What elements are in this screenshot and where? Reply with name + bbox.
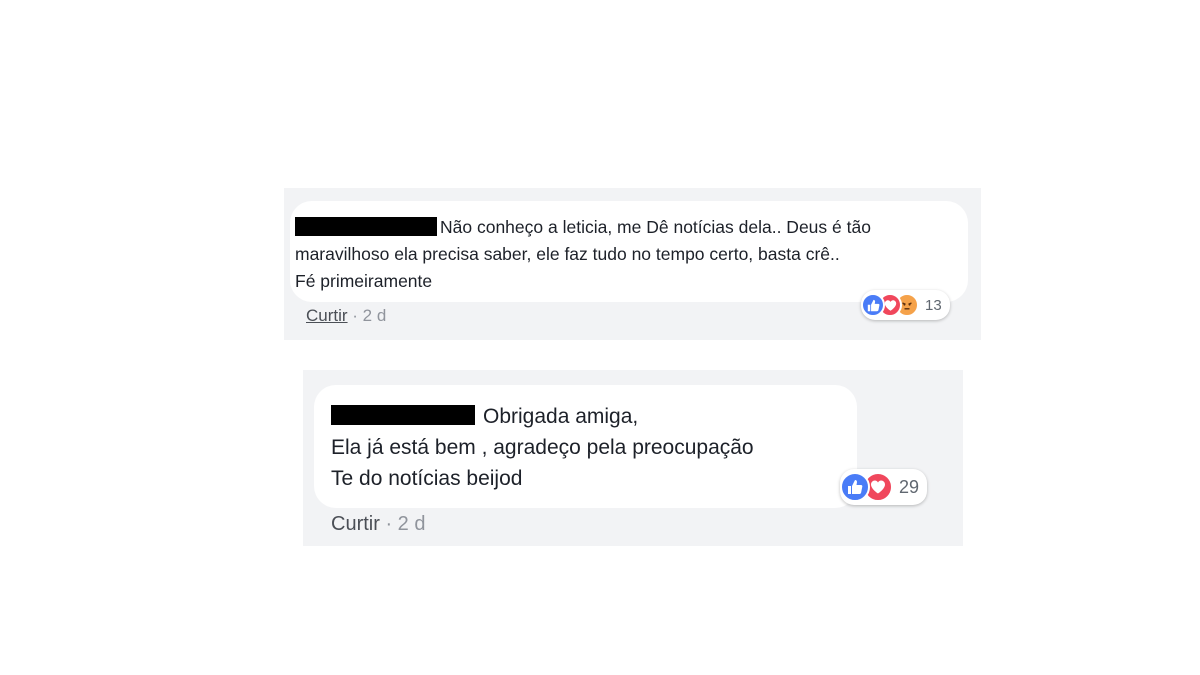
like-button[interactable]: Curtir [306,306,348,325]
like-icon [861,293,885,317]
comment-timestamp[interactable]: 2 d [363,306,387,325]
like-button[interactable]: Curtir [331,513,380,535]
reaction-summary[interactable]: 13 [861,290,950,320]
comment-line: Não conheço a leticia, me Dê notícias de… [295,214,968,241]
reaction-summary[interactable]: 29 [840,469,928,505]
comment-bubble: Não conheço a leticia, me Dê notícias de… [290,201,968,302]
reaction-count: 13 [925,296,942,314]
comment-line: Obrigada amiga, [331,401,857,432]
separator: · [379,513,398,535]
comment-text-line: Ela já está bem , agradeço pela preocupa… [331,436,754,459]
comment-bubble: Obrigada amiga, Ela já está bem , agrade… [314,385,857,508]
redacted-author-name [295,216,437,236]
reaction-count: 29 [899,476,920,497]
comment-text-line: maravilhoso ela precisa saber, ele faz t… [295,244,840,264]
comment-text-line: Te do notícias beijod [331,467,523,490]
comment-actions: Curtir · 2 d [331,513,425,536]
comment-text-line: Obrigada amiga, [483,405,639,428]
comment-actions: Curtir · 2 d [306,306,386,326]
like-icon [840,472,870,502]
comment-text-line: Não conheço a leticia, me Dê notícias de… [440,217,871,237]
separator: · [347,306,363,325]
redacted-author-name [331,405,475,426]
comment-timestamp[interactable]: 2 d [398,513,426,535]
